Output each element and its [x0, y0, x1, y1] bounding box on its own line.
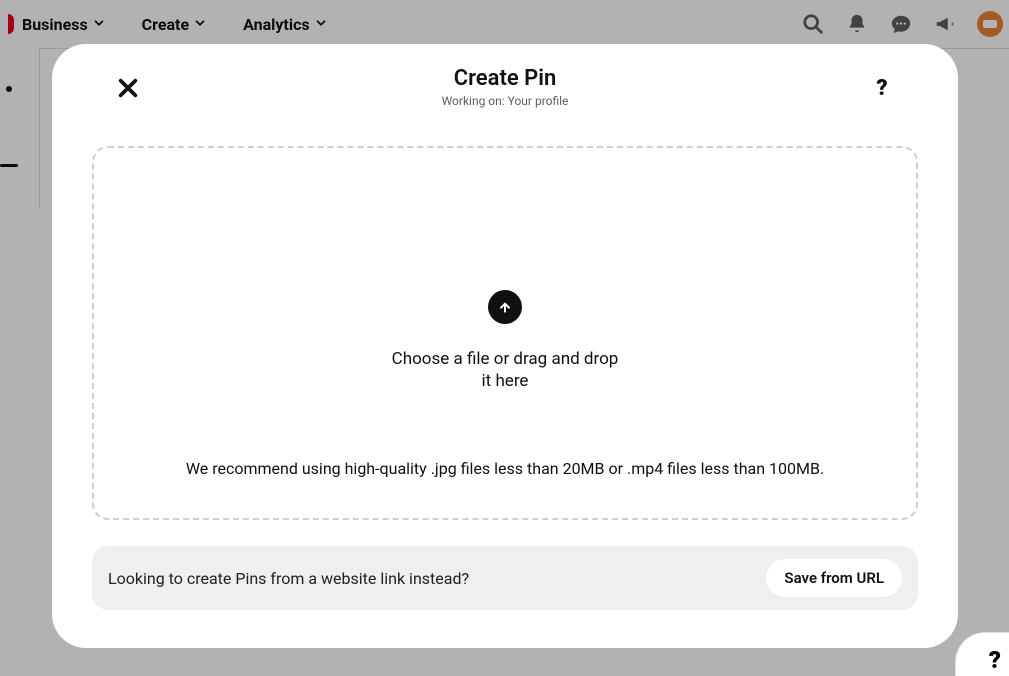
dropzone-msg-line1: Choose a file or drag and drop [392, 349, 619, 369]
dropzone-msg-line2: it here [482, 371, 529, 391]
save-from-url-bar: Looking to create Pins from a website li… [92, 546, 918, 610]
save-from-url-button[interactable]: Save from URL [766, 559, 902, 597]
upload-icon [488, 290, 522, 324]
upload-dropzone[interactable]: Choose a file or drag and drop it here W… [92, 146, 918, 520]
help-icon: ? [876, 76, 887, 101]
help-icon: ? [989, 646, 1001, 674]
urlbar-prompt: Looking to create Pins from a website li… [108, 569, 469, 588]
dropzone-center: Choose a file or drag and drop it here [94, 290, 916, 392]
modal-title: Create Pin [454, 66, 557, 92]
create-pin-modal: ? Create Pin Working on: Your profile Ch… [52, 44, 958, 648]
modal-subtitle: Working on: Your profile [442, 94, 569, 108]
dropzone-message: Choose a file or drag and drop it here [392, 348, 619, 392]
dropzone-recommendation: We recommend using high-quality .jpg fil… [94, 459, 916, 478]
close-icon [117, 77, 139, 99]
close-button[interactable] [114, 74, 142, 102]
modal-header: ? Create Pin Working on: Your profile [92, 44, 918, 108]
help-button[interactable]: ? [868, 74, 896, 102]
